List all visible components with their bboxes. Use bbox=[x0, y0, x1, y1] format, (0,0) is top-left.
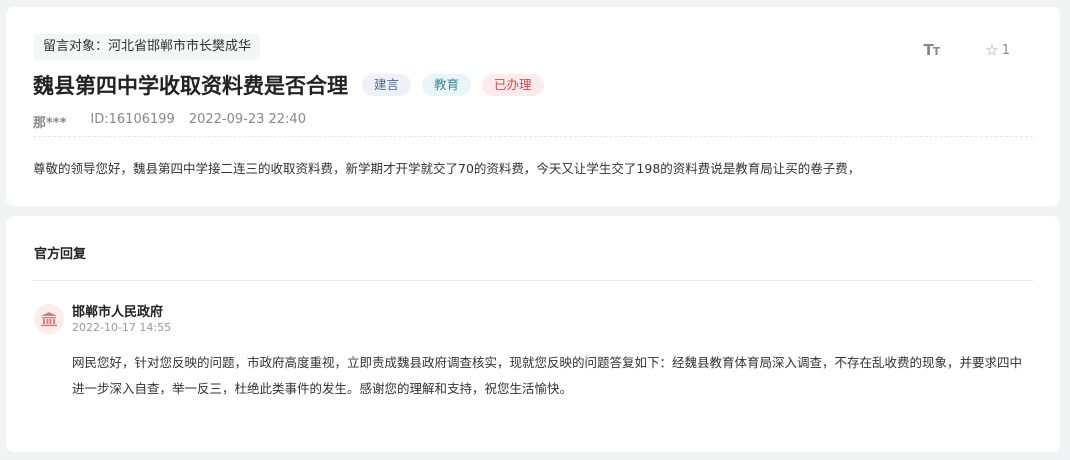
title-row: 魏县第四中学收取资料费是否合理 建言 教育 已办理 bbox=[33, 70, 555, 100]
favorite-count: 1 bbox=[1001, 42, 1010, 58]
reply-department: 邯郸市人民政府 bbox=[72, 305, 164, 320]
star-icon: ☆ bbox=[985, 41, 999, 59]
message-card: 留言对象：河北省邯郸市市长樊成华 TT ☆ 1 魏县第四中学收取资料费是否合理 … bbox=[6, 7, 1060, 206]
message-title: 魏县第四中学收取资料费是否合理 bbox=[33, 74, 348, 98]
font-size-icon[interactable]: TT bbox=[924, 41, 941, 59]
reply-section-title: 官方回复 bbox=[34, 247, 87, 262]
status-badge: 已办理 bbox=[482, 74, 544, 96]
government-building-icon bbox=[41, 312, 57, 327]
divider bbox=[33, 136, 1033, 137]
message-datetime: 2022-09-23 22:40 bbox=[188, 112, 306, 127]
message-meta: 那*** ID:16106199 2022-09-23 22:40 bbox=[33, 112, 306, 131]
avatar bbox=[34, 304, 64, 334]
message-toolbar: TT ☆ 1 bbox=[924, 41, 1010, 59]
divider bbox=[33, 280, 1033, 281]
reply-content: 网民您好，针对您反映的问题，市政府高度重视，立即责成魏县政府调查核实，现就您反映… bbox=[72, 355, 1023, 396]
reply-datetime: 2022-10-17 14:55 bbox=[72, 321, 172, 334]
tag-category: 教育 bbox=[422, 74, 472, 96]
tag-type: 建言 bbox=[362, 74, 412, 96]
author-name: 那*** bbox=[33, 116, 67, 131]
message-id: ID:16106199 bbox=[90, 112, 175, 127]
official-reply-card: 官方回复 邯郸市人民政府 2022-10-17 14:55 网民您好，针对您反映… bbox=[6, 216, 1060, 452]
message-content: 尊敬的领导您好，魏县第四中学接二连三的收取资料费，新学期才开学就交了70的资料费… bbox=[33, 161, 861, 176]
favorite-button[interactable]: ☆ 1 bbox=[985, 41, 1010, 59]
message-target-tag: 留言对象：河北省邯郸市市长樊成华 bbox=[34, 34, 261, 60]
